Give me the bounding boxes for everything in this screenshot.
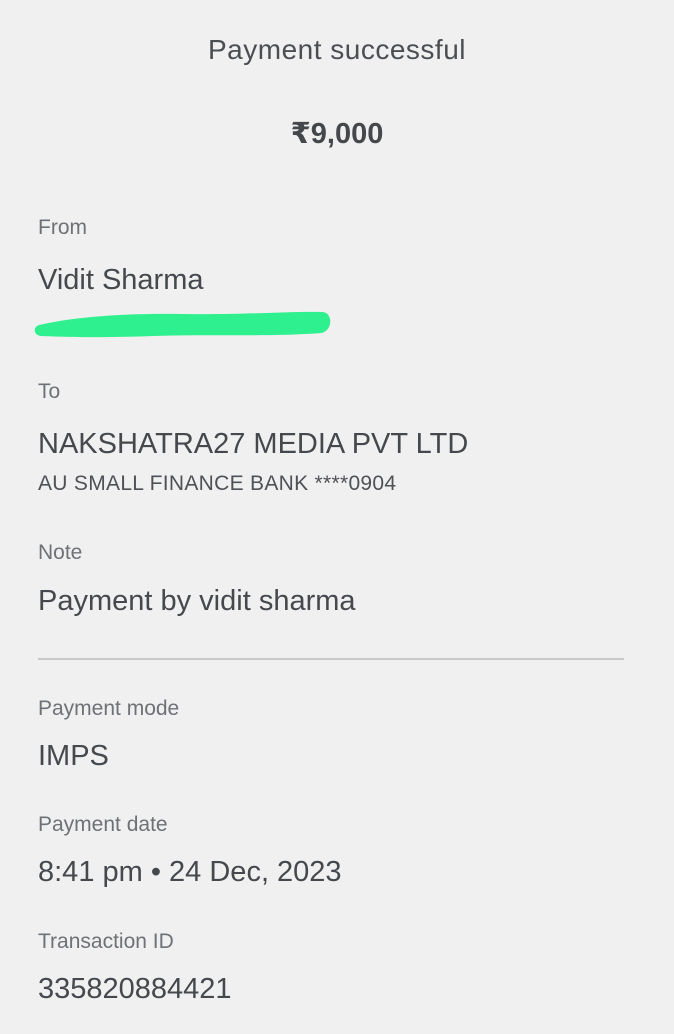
- payment-mode-value: IMPS: [38, 740, 109, 772]
- to-label: To: [38, 380, 61, 403]
- payment-date-value: 8:41 pm • 24 Dec, 2023: [38, 856, 342, 888]
- transaction-id-label: Transaction ID: [38, 930, 174, 953]
- payment-mode-label: Payment mode: [38, 697, 180, 720]
- payment-amount: ₹9,000: [290, 118, 384, 150]
- payment-status-title: Payment successful: [208, 34, 466, 65]
- payment-date-label: Payment date: [38, 813, 168, 836]
- redaction-mark: [34, 311, 331, 338]
- note-label: Note: [38, 541, 83, 564]
- recipient-bank-account: AU SMALL FINANCE BANK ****0904: [38, 472, 397, 495]
- recipient-name: NAKSHATRA27 MEDIA PVT LTD: [38, 428, 469, 460]
- sender-name: Vidit Sharma: [38, 264, 204, 296]
- note-value: Payment by vidit sharma: [38, 585, 356, 617]
- section-divider: [38, 658, 624, 660]
- from-label: From: [38, 216, 87, 239]
- transaction-id-value[interactable]: 335820884421: [38, 973, 232, 1006]
